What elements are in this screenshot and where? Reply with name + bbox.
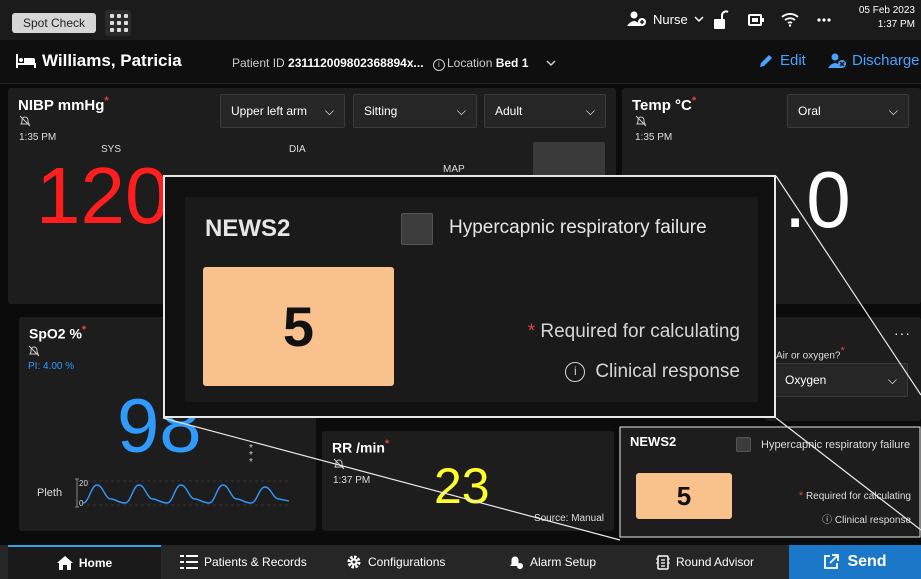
gear-icon <box>347 555 361 569</box>
nav-patients-records[interactable]: Patients & Records <box>180 545 307 579</box>
nav-configurations-label: Configurations <box>368 555 446 569</box>
send-button[interactable]: Send <box>789 545 921 579</box>
news2-zoom-title: NEWS2 <box>205 215 291 242</box>
nav-home[interactable]: Home <box>8 545 161 579</box>
news2-zoom-panel: NEWS2 Hypercapnic respiratory failure 5 … <box>185 197 758 402</box>
nav-configurations[interactable]: Configurations <box>346 545 445 579</box>
required-zoom-note-text: Required for calculating <box>540 321 740 342</box>
share-icon <box>824 554 840 569</box>
news2-zoom-score: 5 <box>203 267 394 386</box>
clipboard-icon <box>656 555 670 570</box>
nav-round-label: Round Advisor <box>676 555 755 569</box>
hypercapnic-zoom-label: Hypercapnic respiratory failure <box>449 217 707 238</box>
nav-round-advisor[interactable]: Round Advisor <box>656 545 754 579</box>
send-label: Send <box>847 553 887 570</box>
bottom-navigation: Home Patients & Records Configurations A… <box>0 545 921 579</box>
list-icon <box>180 555 198 569</box>
info-icon: i <box>565 362 586 382</box>
clinical-response-zoom-link[interactable]: i Clinical response <box>565 361 740 383</box>
hypercapnic-zoom-checkbox[interactable] <box>401 213 433 245</box>
nav-alarm-label: Alarm Setup <box>530 555 597 569</box>
nav-home-label: Home <box>78 556 113 570</box>
home-icon <box>56 556 73 570</box>
nav-patients-label: Patients & Records <box>204 555 307 569</box>
news2-zoom-callout: NEWS2 Hypercapnic respiratory failure 5 … <box>163 175 776 418</box>
alarm-bell-icon <box>510 556 523 569</box>
clinical-response-zoom-text: Clinical response <box>595 361 740 382</box>
required-zoom-note: * Required for calculating <box>527 321 740 342</box>
nav-alarm-setup[interactable]: Alarm Setup <box>508 545 596 579</box>
